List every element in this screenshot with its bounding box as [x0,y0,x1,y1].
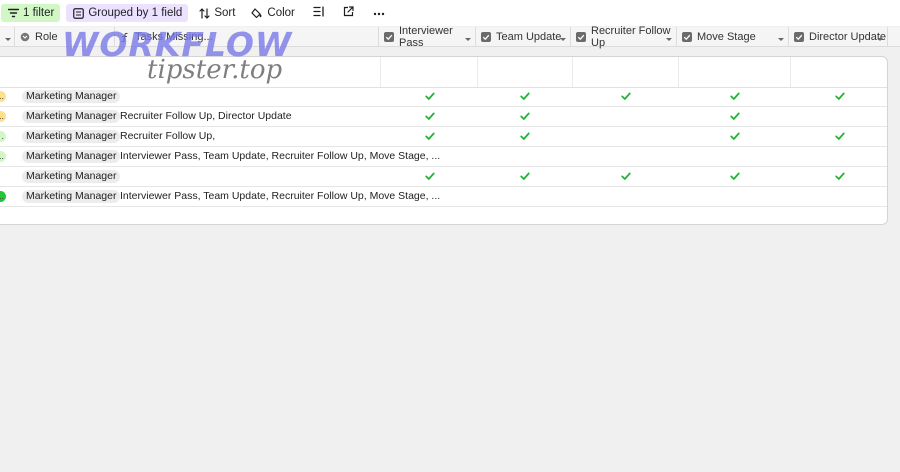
checkmark-icon[interactable] [424,130,436,142]
checkbox-field-icon [481,31,491,42]
checkmark-icon[interactable] [834,130,846,142]
header-interviewer-pass-label: Interviewer Pass [399,24,453,49]
header-director-update[interactable]: Director Update [789,27,888,46]
header-move-stage[interactable]: Move Stage [677,27,789,46]
chevron-down-icon[interactable] [560,33,566,45]
tasks-missing-cell: Recruiter Follow Up, Director Update [120,110,292,122]
checkmark-icon[interactable] [834,90,846,102]
group-header-divider [380,57,381,87]
role-tag: Marketing Manager [22,90,121,103]
header-recruiter-follow-up[interactable]: Recruiter Follow Up [571,24,677,49]
paint-bucket-icon [251,7,263,19]
color-button[interactable]: Color [245,4,300,22]
ellipsis-icon [373,7,385,19]
stage-pill: . [0,131,6,142]
sort-label: Sort [214,7,236,19]
chevron-down-icon[interactable] [465,33,471,45]
header-director-update-label: Director Update [809,30,887,43]
checkmark-icon[interactable] [519,130,531,142]
stage-pill: ... [0,191,6,202]
sort-icon [198,7,210,19]
group-button[interactable]: Grouped by 1 field [66,4,189,22]
filter-label: 1 filter [23,7,55,19]
checkbox-field-icon [384,31,394,42]
header-role-label: Role [35,30,58,43]
role-tag: Marketing Manager [22,190,121,203]
checkmark-icon[interactable] [424,90,436,102]
header-recruiter-follow-up-label: Recruiter Follow Up [591,24,671,49]
record-group: ... Marketing Manager... Marketing Manager… [0,56,888,225]
table-row[interactable]: ... Marketing Manager [0,87,887,107]
checkbox-field-icon [794,31,804,42]
watermark-url: tipster.top [147,55,283,85]
view-toolbar: 1 filter Grouped by 1 field Sort Color [0,0,900,26]
color-label: Color [267,7,295,19]
chevron-down-icon[interactable] [778,33,784,45]
checkmark-icon[interactable] [519,170,531,182]
group-icon [72,7,84,19]
single-select-icon [20,32,30,42]
chevron-down-icon[interactable] [666,33,672,45]
sort-button[interactable]: Sort [192,4,241,22]
group-label: Grouped by 1 field [88,7,183,19]
external-link-icon [343,6,354,20]
group-header-divider [572,57,573,87]
filter-icon [7,7,19,19]
table-row[interactable]: . Marketing Manager Recruiter Follow Up, [0,127,887,147]
more-options-button[interactable] [367,4,391,22]
checkmark-icon[interactable] [519,90,531,102]
role-tag: Marketing Manager [22,170,121,183]
checkmark-icon[interactable] [519,110,531,122]
checkmark-icon[interactable] [424,170,436,182]
checkmark-icon[interactable] [834,170,846,182]
group-header-divider [678,57,679,87]
chevron-down-icon[interactable] [877,33,883,45]
checkmark-icon[interactable] [729,170,741,182]
header-team-update[interactable]: Team Update [476,27,571,46]
tasks-missing-cell: Interviewer Pass, Team Update, Recruiter… [120,150,441,162]
checkmark-icon[interactable] [620,170,632,182]
checkbox-field-icon [682,31,692,42]
checkbox-field-icon [576,31,586,42]
role-tag: Marketing Manager [22,150,121,163]
tasks-missing-cell: Recruiter Follow Up, [120,130,216,142]
role-tag: Marketing Manager [22,110,121,123]
role-tag: Marketing Manager [22,130,121,143]
header-interviewer-pass[interactable]: Interviewer Pass [379,24,476,49]
checkmark-icon[interactable] [729,90,741,102]
stage-pill: ... [0,111,6,122]
checkmark-icon[interactable] [729,130,741,142]
table-row[interactable]: ... Marketing ManagerInterviewer Pass, Te… [0,147,887,167]
row-height-button[interactable] [307,4,331,22]
table-row[interactable]: Marketing Manager [0,167,887,187]
table-row[interactable]: ... Marketing ManagerRecruiter Follow Up,… [0,107,887,127]
checkmark-icon[interactable] [620,90,632,102]
share-view-button[interactable] [337,4,361,22]
table-row[interactable]: ... Marketing ManagerInterviewer Pass, Te… [0,187,887,207]
checkmark-icon[interactable] [729,110,741,122]
filter-button[interactable]: 1 filter [1,4,61,22]
group-header-divider [477,57,478,87]
stage-pill: ... [0,91,6,102]
checkmark-icon[interactable] [424,110,436,122]
row-height-icon [313,6,325,20]
header-move-stage-label: Move Stage [697,30,756,43]
chevron-down-icon [5,33,11,45]
header-team-update-label: Team Update [496,30,562,43]
header-expand-cell[interactable] [0,27,15,46]
stage-pill: ... [0,151,6,162]
group-header-divider [790,57,791,87]
tasks-missing-cell: Interviewer Pass, Team Update, Recruiter… [120,190,441,202]
